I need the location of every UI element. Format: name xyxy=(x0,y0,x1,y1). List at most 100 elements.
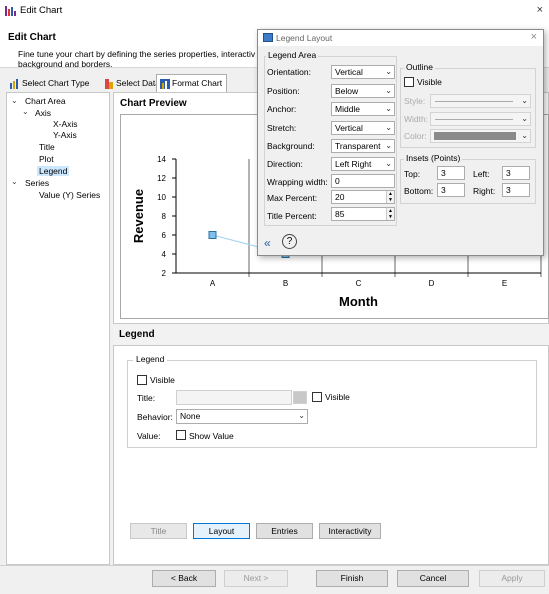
legend-title-visible-label: Visible xyxy=(325,392,350,402)
legend-title-input[interactable] xyxy=(176,390,292,405)
chevron-down-icon: ⌄ xyxy=(385,141,392,150)
inset-right-input[interactable]: 3 xyxy=(502,183,530,197)
legend-visible-checkbox[interactable] xyxy=(137,375,147,385)
window-titlebar: Edit Chart × xyxy=(0,0,549,22)
chevron-down-icon[interactable]: ⌄ xyxy=(11,96,18,105)
background-value: Transparent xyxy=(335,141,381,151)
tree-item-series[interactable]: Series xyxy=(25,178,49,188)
inset-left-label: Left: xyxy=(473,169,490,179)
y-tick-label: 14 xyxy=(157,155,166,164)
x-tick-label: E xyxy=(502,279,507,288)
tree-item-title[interactable]: Title xyxy=(39,142,55,152)
title-edit-icon[interactable] xyxy=(293,391,307,404)
chevron-down-icon[interactable]: ⌄ xyxy=(11,177,18,186)
apply-button[interactable]: Apply xyxy=(479,570,545,587)
tree-item-x-axis[interactable]: X-Axis xyxy=(53,119,78,129)
wizard-title: Edit Chart xyxy=(8,32,56,43)
tree-item-plot[interactable]: Plot xyxy=(39,154,54,164)
style-label: Style: xyxy=(404,96,426,106)
window-close-icon[interactable]: × xyxy=(537,4,543,16)
layout-format-button[interactable]: Layout xyxy=(193,523,250,539)
y-tick-label: 6 xyxy=(162,231,167,240)
behavior-select[interactable]: None ⌄ xyxy=(176,409,308,424)
max-percent-spinner[interactable]: 20 ▲ ▼ xyxy=(331,190,395,204)
show-value-checkbox[interactable] xyxy=(176,430,186,440)
help-icon[interactable]: ? xyxy=(282,234,297,249)
spinner-arrows-icon[interactable]: ▲ ▼ xyxy=(386,191,394,203)
collapse-icon[interactable]: « xyxy=(264,236,271,250)
tab-format-chart[interactable]: Format Chart xyxy=(156,74,228,93)
tree-item-y-axis[interactable]: Y-Axis xyxy=(53,130,77,140)
orientation-value: Vertical xyxy=(335,67,363,77)
next-button[interactable]: Next > xyxy=(224,570,288,587)
chevron-down-icon: ⌄ xyxy=(521,96,528,105)
wizard-description: Fine tune your chart by defining the ser… xyxy=(18,49,256,59)
x-tick-label: C xyxy=(356,279,362,288)
wizard-description-line2: background and borders. xyxy=(18,59,113,69)
behavior-value: None xyxy=(180,411,201,421)
title-percent-spinner[interactable]: 85 ▲ ▼ xyxy=(331,207,395,221)
tab-label: Select Chart Type xyxy=(22,78,90,88)
wrapping-width-label: Wrapping width: xyxy=(267,177,328,187)
legend-section-title: Legend xyxy=(119,329,155,340)
legend-visible-label: Visible xyxy=(150,375,175,385)
inset-top-input[interactable]: 3 xyxy=(437,166,465,180)
legend-title-visible-checkbox[interactable] xyxy=(312,392,322,402)
chart-type-icon xyxy=(10,79,18,89)
outline-style-select[interactable]: ⌄ xyxy=(430,94,531,108)
outline-width-select[interactable]: ⌄ xyxy=(430,112,531,126)
x-tick-label: D xyxy=(429,279,435,288)
format-chart-icon xyxy=(160,79,170,89)
inset-top-value: 3 xyxy=(441,168,446,178)
window-title: Edit Chart xyxy=(20,5,63,16)
interactivity-format-button[interactable]: Interactivity xyxy=(319,523,381,539)
position-label: Position: xyxy=(267,86,300,96)
line-style-preview xyxy=(435,101,513,102)
inset-right-value: 3 xyxy=(506,185,511,195)
insets-title: Insets (Points) xyxy=(404,153,463,163)
direction-value: Left Right xyxy=(335,159,372,169)
tree-item-legend[interactable]: Legend xyxy=(37,166,70,176)
back-button[interactable]: < Back xyxy=(152,570,216,587)
orientation-select[interactable]: Vertical ⌄ xyxy=(331,65,395,79)
position-select[interactable]: Below ⌄ xyxy=(331,84,395,98)
cancel-button[interactable]: Cancel xyxy=(397,570,469,587)
position-value: Below xyxy=(335,86,359,96)
behavior-label: Behavior: xyxy=(137,412,173,422)
show-value-label: Show Value xyxy=(189,431,234,441)
entries-format-button[interactable]: Entries xyxy=(256,523,313,539)
direction-select[interactable]: Left Right ⌄ xyxy=(331,157,395,171)
spinner-arrows-icon[interactable]: ▲ ▼ xyxy=(386,208,394,220)
legend-group-title: Legend xyxy=(133,354,168,364)
y-tick-label: 10 xyxy=(157,193,166,202)
anchor-select[interactable]: Middle ⌄ xyxy=(331,102,395,116)
tab-select-chart-type[interactable]: Select Chart Type xyxy=(6,74,94,92)
anchor-label: Anchor: xyxy=(267,104,297,114)
y-axis-title: Revenue xyxy=(131,189,146,243)
y-tick-label: 8 xyxy=(162,212,167,221)
tree-item-value-series[interactable]: Value (Y) Series xyxy=(39,190,100,200)
title-format-button[interactable]: Title xyxy=(130,523,187,539)
format-tree: ⌄ Chart Area ⌄ Axis X-Axis Y-Axis Title … xyxy=(6,92,110,565)
finish-button[interactable]: Finish xyxy=(316,570,388,587)
dialog-close-icon[interactable]: × xyxy=(531,31,537,43)
outline-visible-checkbox[interactable] xyxy=(404,77,414,87)
inset-top-label: Top: xyxy=(404,169,421,179)
background-select[interactable]: Transparent ⌄ xyxy=(331,139,395,153)
chevron-down-icon: ⌄ xyxy=(521,114,528,123)
series-marker xyxy=(208,231,217,239)
wrapping-width-value: 0 xyxy=(335,176,340,186)
chevron-down-icon[interactable]: ⌄ xyxy=(22,107,29,116)
y-tick-label: 2 xyxy=(162,269,167,278)
tab-label: Format Chart xyxy=(172,78,223,88)
wrapping-width-input[interactable]: 0 xyxy=(331,174,395,188)
inset-right-label: Right: xyxy=(473,186,496,196)
outline-color-select[interactable]: ⌄ xyxy=(430,129,531,143)
direction-label: Direction: xyxy=(267,159,303,169)
inset-bottom-input[interactable]: 3 xyxy=(437,183,465,197)
tree-item-chart-area[interactable]: Chart Area xyxy=(25,96,66,106)
stretch-select[interactable]: Vertical ⌄ xyxy=(331,121,395,135)
tree-item-axis[interactable]: Axis xyxy=(35,108,51,118)
inset-left-input[interactable]: 3 xyxy=(502,166,530,180)
color-swatch xyxy=(434,132,516,140)
